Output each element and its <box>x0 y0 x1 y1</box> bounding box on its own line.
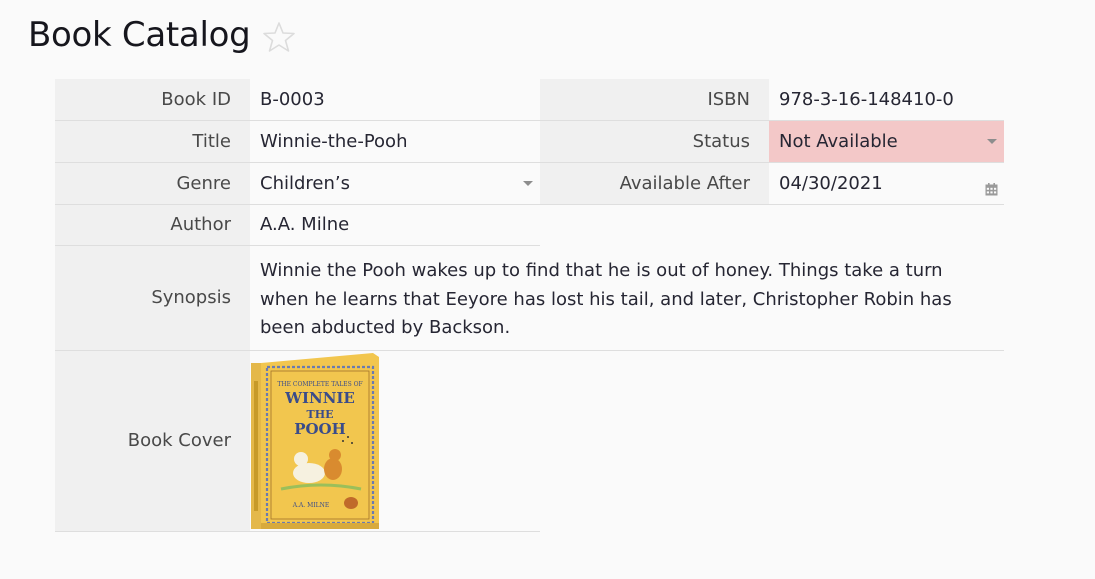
row-genre: Genre Children’s Available After 04/30/2… <box>55 163 1004 205</box>
book-cover-field[interactable]: THE COMPLETE TALES OF WINNIE THE POOH A.… <box>250 351 540 532</box>
book-id-value: B-0003 <box>260 88 325 110</box>
synopsis-label: Synopsis <box>55 246 250 351</box>
chevron-down-icon <box>523 180 533 186</box>
page-header: Book Catalog <box>28 14 296 56</box>
available-after-label: Available After <box>540 163 769 205</box>
isbn-label: ISBN <box>540 79 769 121</box>
status-value: Not Available <box>779 130 898 152</box>
genre-select[interactable]: Children’s <box>250 163 540 205</box>
cover-title-line1: WINNIE <box>284 389 355 407</box>
status-label: Status <box>540 121 769 163</box>
star-icon[interactable] <box>262 20 296 54</box>
row-book-cover: Book Cover THE COMPLETE TALES OF WINNIE … <box>55 351 1004 532</box>
row-author: Author A.A. Milne <box>55 205 1004 246</box>
book-cover-image[interactable]: THE COMPLETE TALES OF WINNIE THE POOH A.… <box>251 351 381 531</box>
author-field[interactable]: A.A. Milne <box>250 205 540 246</box>
empty-space <box>540 205 1004 246</box>
author-value: A.A. Milne <box>260 214 350 235</box>
book-id-label: Book ID <box>55 79 250 121</box>
book-cover-label: Book Cover <box>55 351 250 532</box>
title-value: Winnie-the-Pooh <box>260 130 408 152</box>
row-title: Title Winnie-the-Pooh Status Not Availab… <box>55 121 1004 163</box>
title-label: Title <box>55 121 250 163</box>
status-select[interactable]: Not Available <box>769 121 1004 163</box>
cover-top-text: THE COMPLETE TALES OF <box>277 381 362 388</box>
author-label: Author <box>55 205 250 246</box>
isbn-value: 978-3-16-148410-0 <box>779 88 954 110</box>
calendar-icon[interactable] <box>985 177 998 195</box>
available-after-value: 04/30/2021 <box>779 172 883 194</box>
genre-label: Genre <box>55 163 250 205</box>
available-after-field[interactable]: 04/30/2021 <box>769 163 1004 205</box>
title-field[interactable]: Winnie-the-Pooh <box>250 121 540 163</box>
row-book-id: Book ID B-0003 ISBN 978-3-16-148410-0 <box>55 79 1004 121</box>
record-form: Book ID B-0003 ISBN 978-3-16-148410-0 Ti… <box>55 79 1004 532</box>
synopsis-field[interactable]: Winnie the Pooh wakes up to find that he… <box>250 246 1004 351</box>
isbn-field[interactable]: 978-3-16-148410-0 <box>769 79 1004 121</box>
cover-title-line3: POOH <box>294 420 346 438</box>
page-title: Book Catalog <box>28 15 251 55</box>
cover-author-text: A.A. MILNE <box>292 502 330 509</box>
chevron-down-icon <box>987 138 997 144</box>
book-id-field[interactable]: B-0003 <box>250 79 540 121</box>
row-synopsis: Synopsis Winnie the Pooh wakes up to fin… <box>55 246 1004 351</box>
genre-value: Children’s <box>260 172 350 194</box>
